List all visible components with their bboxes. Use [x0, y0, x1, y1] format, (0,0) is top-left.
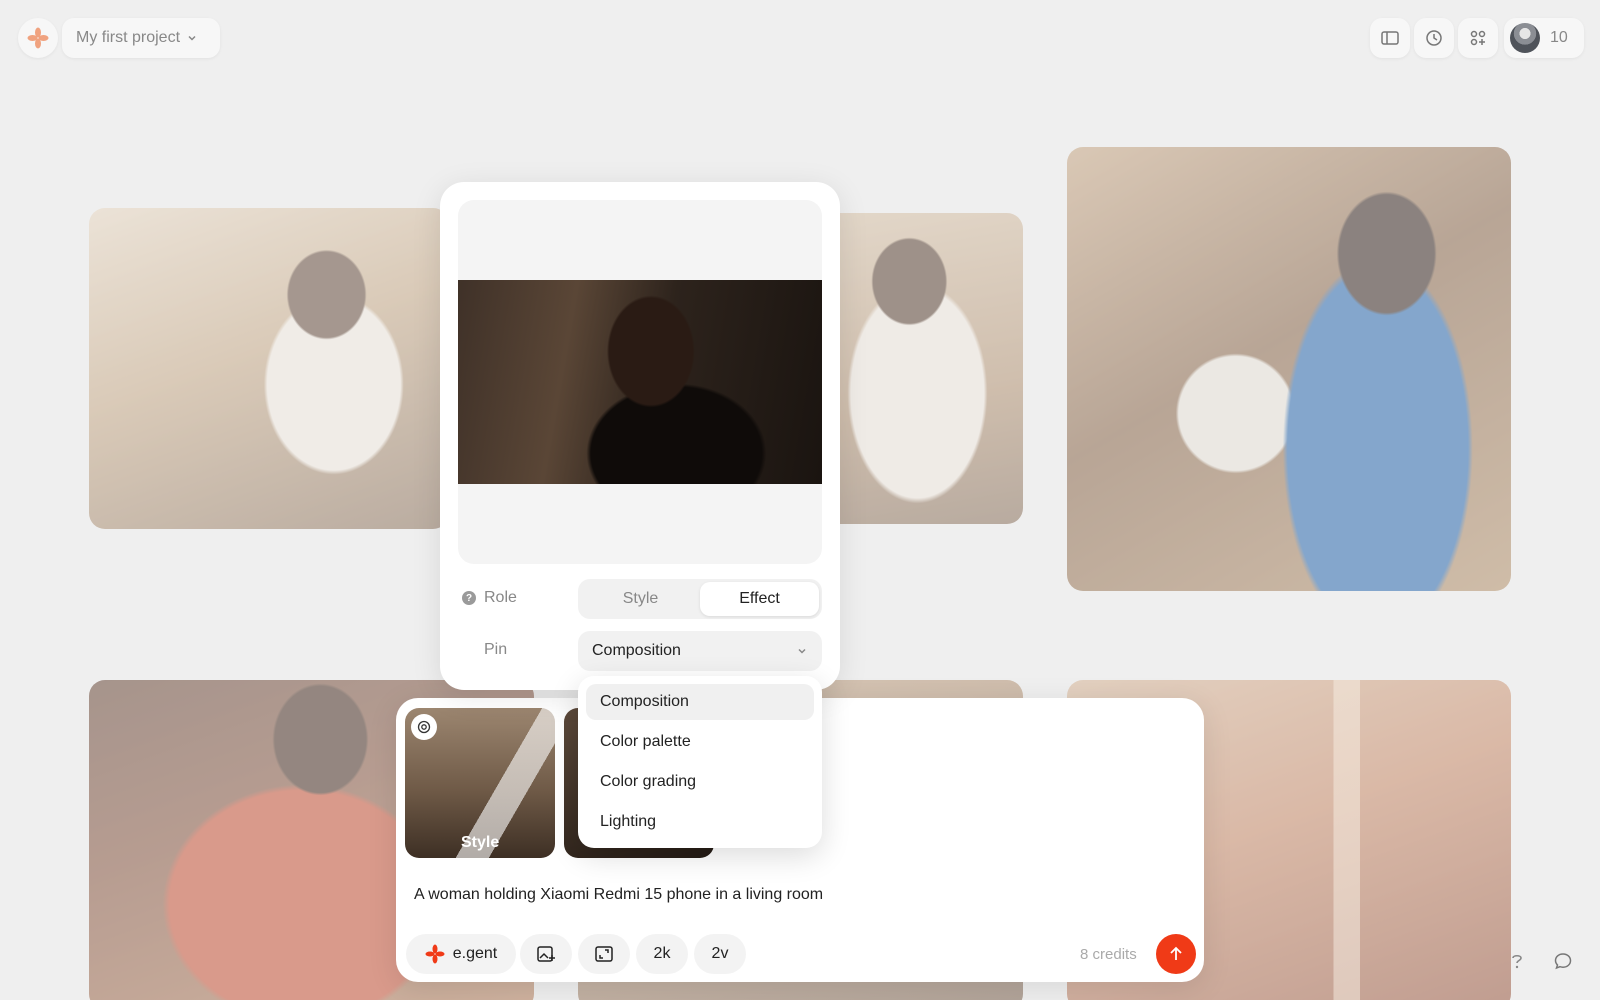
project-selector[interactable]: My first project [62, 18, 220, 58]
pin-option-composition[interactable]: Composition [586, 684, 814, 720]
chat-bubble-icon [1554, 953, 1572, 970]
pin-select-value: Composition [592, 642, 681, 659]
aspect-ratio-icon [595, 946, 613, 962]
send-button[interactable] [1156, 934, 1196, 974]
chevron-down-icon [798, 648, 806, 654]
reference-thumbnail[interactable]: Style [405, 708, 555, 858]
swirl-icon [417, 720, 431, 734]
logo-button[interactable] [18, 18, 58, 58]
pin-option-color-grading[interactable]: Color grading [586, 764, 814, 800]
aspect-ratio-button[interactable] [578, 934, 630, 974]
help-icon[interactable]: ? [462, 591, 476, 605]
thumbnail-label: Style [461, 834, 500, 851]
history-button[interactable] [1414, 18, 1454, 58]
credits-count: 10 [1550, 29, 1568, 46]
credit-cost: 8 credits [1080, 946, 1137, 963]
add-image-icon [537, 946, 555, 962]
resolution-label: 2k [653, 945, 671, 962]
role-option-style[interactable]: Style [581, 582, 700, 616]
sidebar-toggle-button[interactable] [1370, 18, 1410, 58]
pin-option-color-palette[interactable]: Color palette [586, 724, 814, 760]
resolution-button[interactable]: 2k [636, 934, 688, 974]
history-icon [1426, 30, 1442, 46]
apps-grid-icon [1470, 30, 1486, 46]
role-toggle: Style Effect [578, 579, 822, 619]
role-row-label: ? Role [462, 589, 517, 607]
agent-button[interactable]: e.gent [406, 934, 516, 974]
add-image-button[interactable] [520, 934, 572, 974]
reference-badge [411, 714, 437, 740]
gallery-image[interactable] [1067, 147, 1511, 591]
apps-button[interactable] [1458, 18, 1498, 58]
pin-dropdown-menu: Composition Color palette Color grading … [578, 676, 822, 848]
reference-preview-image [458, 280, 822, 484]
prompt-input[interactable]: A woman holding Xiaomi Redmi 15 phone in… [414, 886, 823, 904]
pin-select[interactable]: Composition [578, 631, 822, 671]
role-label: Role [484, 589, 517, 606]
gallery-image[interactable] [820, 213, 1023, 524]
chevron-down-icon [188, 35, 196, 41]
question-icon [1512, 954, 1522, 969]
avatar [1510, 23, 1540, 53]
variants-button[interactable]: 2v [694, 934, 746, 974]
pin-label: Pin [484, 641, 508, 658]
agent-label: e.gent [452, 945, 498, 962]
gallery-image[interactable] [89, 208, 449, 529]
project-name: My first project [76, 29, 181, 46]
account-credits-button[interactable]: 10 [1504, 18, 1584, 58]
role-option-effect[interactable]: Effect [700, 582, 819, 616]
variants-label: 2v [711, 945, 729, 962]
pin-option-lighting[interactable]: Lighting [586, 804, 814, 840]
reference-settings-popover: ? Role Style Effect Pin Composition [440, 182, 840, 690]
logo-flower-icon [425, 944, 445, 964]
sidebar-toggle-icon [1381, 31, 1399, 45]
help-button[interactable] [1502, 946, 1532, 976]
arrow-up-icon [1170, 946, 1182, 960]
chat-button[interactable] [1548, 946, 1578, 976]
logo-flower-icon [27, 27, 49, 49]
